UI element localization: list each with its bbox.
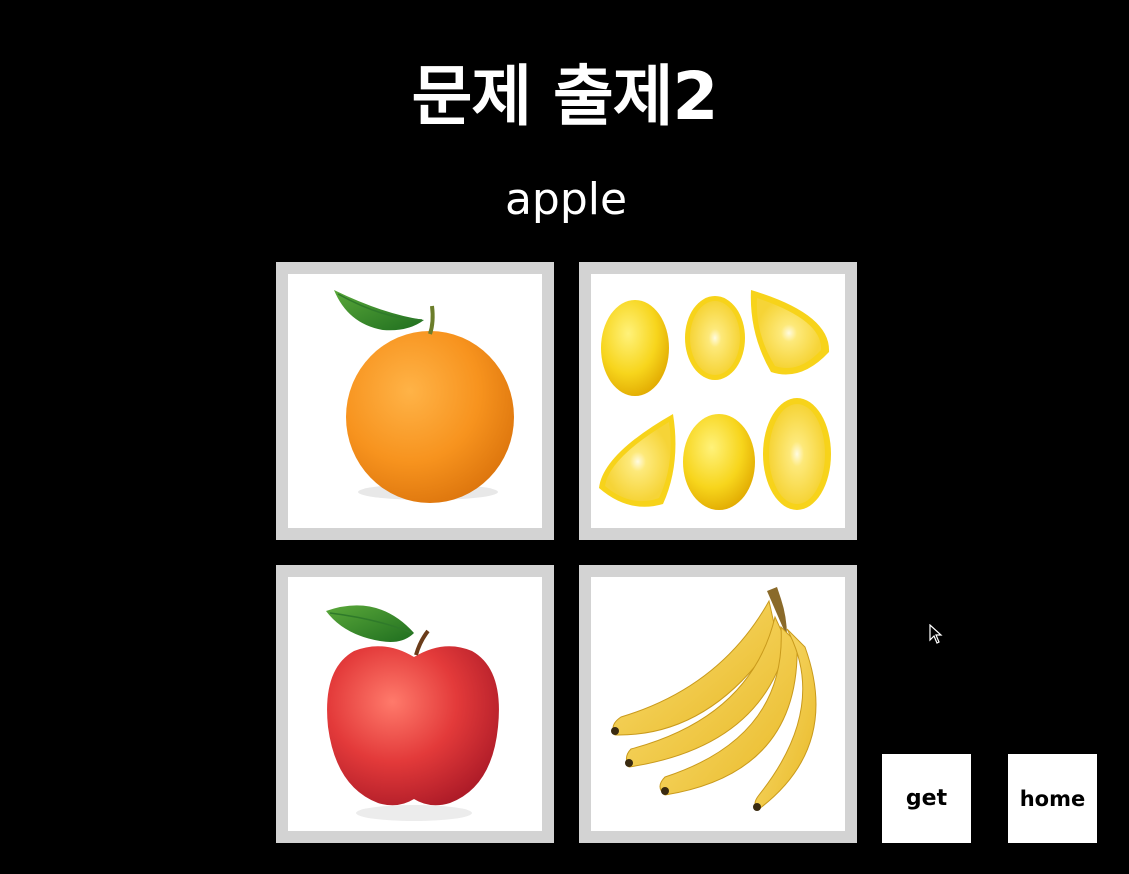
choice-card-lemon[interactable] — [579, 262, 857, 540]
lemon-image — [591, 274, 845, 528]
orange-image — [288, 274, 542, 528]
apple-image — [288, 577, 542, 831]
target-word: apple — [504, 174, 628, 225]
banana-image — [591, 577, 845, 831]
home-button[interactable]: home — [1008, 754, 1097, 843]
choice-card-orange[interactable] — [276, 262, 554, 540]
choice-card-banana[interactable] — [579, 565, 857, 843]
quiz-page: 문제 출제2 apple get home — [0, 0, 1129, 874]
mouse-pointer-icon — [929, 624, 943, 644]
choice-card-apple[interactable] — [276, 565, 554, 843]
page-title: 문제 출제2 — [411, 58, 719, 135]
get-button[interactable]: get — [882, 754, 971, 843]
